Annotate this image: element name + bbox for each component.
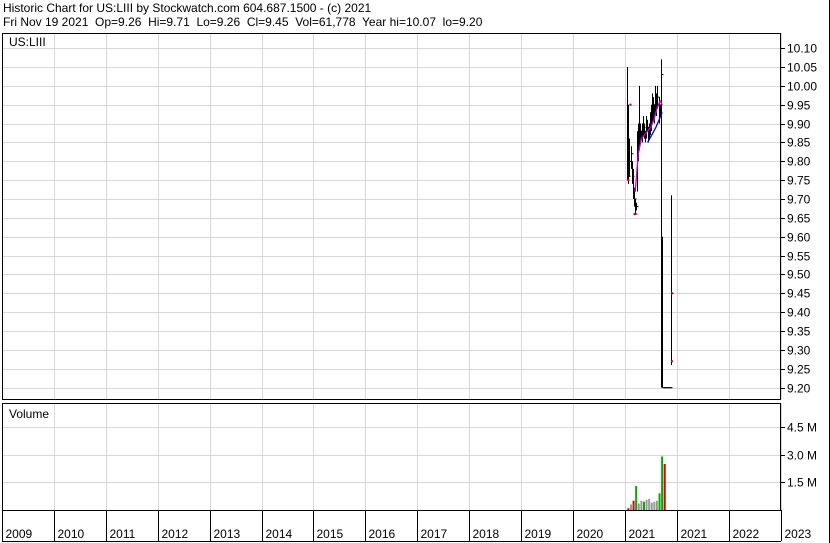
price-tick-label: 10.10 [787,42,817,56]
price-marker [670,360,674,363]
price-panel-frame [2,33,781,400]
price-tick-label: 10.00 [787,80,817,94]
volume-bar [650,502,653,510]
price-tick-label: 9.75 [787,174,811,188]
volume-bar [640,500,643,510]
year-tick-label: 2019 [525,527,552,541]
symbol-label: US:LIII [9,35,46,49]
year-tick-label: 2022 [733,527,760,541]
volume-y-ticks: 4.5 M 3.0 M 1.5 M [781,421,817,490]
volume-bar [661,456,664,510]
x-grid [2,33,782,510]
year-tick-label: 2021 [681,527,708,541]
price-y-ticks: 10.10 10.05 10.00 9.95 9.90 9.85 9.80 9.75 9.70 9… [781,42,817,396]
x-axis-ticks: 2009 2010 2011 2012 2013 2014 2015 2016 2017 2018… [2,510,812,541]
volume-bar [632,500,635,510]
year-tick-label: 2023 [785,527,812,541]
year-tick-label: 2020 [577,527,604,541]
price-tick-label: 9.60 [787,231,811,245]
volume-bar [663,463,666,510]
price-tick-label: 9.80 [787,155,811,169]
volume-bar [642,501,645,510]
volume-bar [648,498,651,510]
price-tick-label: 9.55 [787,250,811,264]
year-tick-label: 2021 [629,527,656,541]
year-tick-label: 2014 [266,527,293,541]
volume-bar [655,500,658,510]
price-tick-label: 9.70 [787,193,811,207]
price-grid [2,48,781,389]
volume-bar [653,501,656,510]
year-tick-label: 2009 [6,527,33,541]
price-tick-label: 9.95 [787,99,811,113]
volume-label: Volume [9,407,49,421]
price-tick-label: 9.65 [787,212,811,226]
price-tick-label: 9.35 [787,325,811,339]
volume-bar [658,493,661,510]
volume-bar [645,499,648,510]
volume-bar [635,486,638,510]
price-tick-label: 10.05 [787,61,817,75]
volume-tick-label: 4.5 M [787,421,817,435]
price-marker [633,212,636,216]
price-tick-label: 9.20 [787,382,811,396]
volume-bar [637,503,640,510]
year-tick-label: 2018 [473,527,500,541]
price-tick-label: 9.45 [787,287,811,301]
price-tick-label: 9.90 [787,118,811,132]
volume-bar [627,508,630,510]
price-series [627,59,674,389]
price-tick-label: 9.50 [787,268,811,282]
price-tick-label: 9.25 [787,363,811,377]
price-marker [629,103,632,106]
volume-tick-label: 3.0 M [787,449,817,463]
year-tick-label: 2011 [110,527,136,541]
volume-bar [629,504,632,510]
year-tick-label: 2012 [162,527,189,541]
price-tick-label: 9.85 [787,136,811,150]
volume-tick-label: 1.5 M [787,476,817,490]
price-tick-label: 9.40 [787,306,811,320]
historic-chart: 10.10 10.05 10.00 9.95 9.90 9.85 9.80 9.75 9.70 9… [2,0,830,543]
price-marker [627,178,630,182]
chart-frames [2,0,830,543]
year-tick-label: 2017 [421,527,448,541]
year-tick-label: 2013 [214,527,241,541]
volume-bars [627,456,666,510]
price-tick-label: 9.30 [787,344,811,358]
year-tick-label: 2010 [58,527,85,541]
year-tick-label: 2016 [369,527,396,541]
year-tick-label: 2015 [317,527,344,541]
price-marker [670,292,674,295]
